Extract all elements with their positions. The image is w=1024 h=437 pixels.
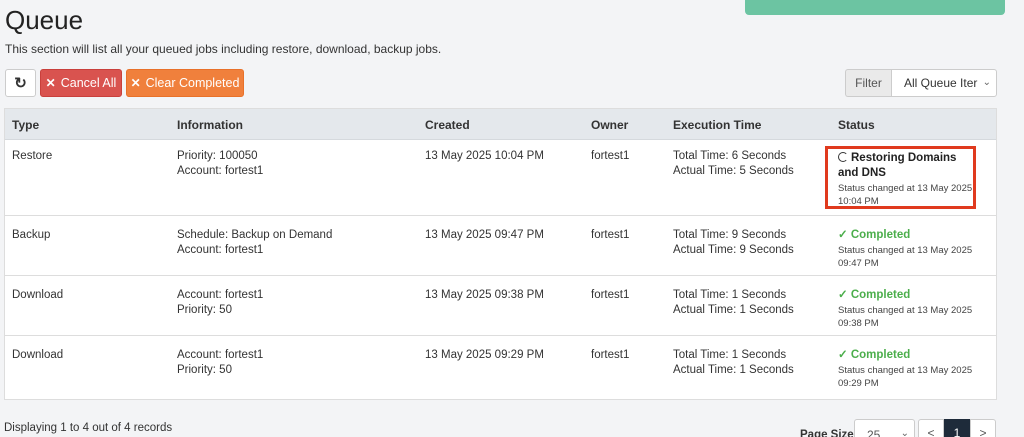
status-note: Status changed at 13 May 2025 09:38 PM	[838, 305, 973, 329]
info-line: Priority: 50	[177, 364, 232, 376]
filter-select-value: All Queue Iter	[904, 76, 978, 90]
info-line: Priority: 100050	[177, 150, 258, 162]
status-text: ✓ Completed	[838, 229, 911, 241]
filter-select[interactable]: All Queue Iter ⌄	[891, 69, 997, 97]
info-line: Account: fortest1	[177, 244, 264, 256]
records-summary: Displaying 1 to 4 out of 4 records	[4, 422, 173, 434]
status-text: ✓ Completed	[838, 349, 911, 361]
total-time: Total Time: 9 Seconds	[673, 229, 787, 241]
table-row: Backup Schedule: Backup on Demand Accoun…	[5, 216, 996, 276]
chevron-down-icon: ⌄	[900, 428, 909, 437]
table-row: Download Account: fortest1 Priority: 50 …	[5, 276, 996, 336]
clear-completed-label: Clear Completed	[145, 76, 240, 90]
top-action-bar[interactable]	[745, 0, 1005, 15]
info-line: Priority: 50	[177, 304, 232, 316]
information-cell: Account: fortest1 Priority: 50	[177, 348, 263, 378]
table-header: Type Information Created Owner Execution…	[5, 109, 996, 140]
header-execution-time[interactable]: Execution Time	[673, 118, 761, 132]
information-cell: Schedule: Backup on Demand Account: fort…	[177, 228, 332, 258]
header-owner[interactable]: Owner	[591, 118, 628, 132]
info-line: Account: fortest1	[177, 165, 264, 177]
check-icon: ✓	[838, 229, 851, 241]
close-icon: ✕	[45, 76, 56, 90]
check-icon: ✓	[838, 289, 851, 301]
type-cell: Restore	[12, 150, 53, 162]
status-text: ✓ Completed	[838, 289, 911, 301]
total-time: Total Time: 1 Seconds	[673, 349, 787, 361]
owner-cell: fortest1	[591, 289, 630, 301]
page-title: Queue	[5, 5, 84, 35]
filter-group: Filter All Queue Iter ⌄	[845, 69, 997, 97]
header-type[interactable]: Type	[12, 118, 39, 132]
chevron-down-icon: ⌄	[979, 77, 991, 88]
status-highlight-box	[825, 146, 976, 209]
next-page-button[interactable]: >	[970, 419, 996, 437]
information-cell: Account: fortest1 Priority: 50	[177, 288, 263, 318]
close-icon: ✕	[130, 76, 141, 90]
owner-cell: fortest1	[591, 150, 630, 162]
created-cell: 13 May 2025 09:47 PM	[425, 229, 544, 241]
page-description: This section will list all your queued j…	[5, 42, 442, 56]
info-line: Account: fortest1	[177, 349, 264, 361]
created-cell: 13 May 2025 09:29 PM	[425, 349, 544, 361]
type-cell: Download	[12, 289, 64, 301]
created-cell: 13 May 2025 10:04 PM	[425, 150, 544, 162]
cancel-all-label: Cancel All	[60, 76, 117, 90]
status-note: Status changed at 13 May 2025 09:47 PM	[838, 245, 973, 269]
owner-cell: fortest1	[591, 349, 630, 361]
cancel-all-button[interactable]: ✕ Cancel All	[40, 69, 122, 97]
info-line: Account: fortest1	[177, 289, 264, 301]
refresh-button[interactable]: ↻	[5, 69, 36, 97]
header-created[interactable]: Created	[425, 118, 470, 132]
page-size-value: 25	[867, 428, 881, 437]
actual-time: Actual Time: 5 Seconds	[673, 165, 794, 177]
check-icon: ✓	[838, 349, 851, 361]
header-information[interactable]: Information	[177, 118, 243, 132]
total-time: Total Time: 1 Seconds	[673, 289, 787, 301]
type-cell: Backup	[12, 229, 51, 241]
information-cell: Priority: 100050 Account: fortest1	[177, 149, 263, 179]
prev-page-button[interactable]: <	[918, 419, 944, 437]
info-line: Schedule: Backup on Demand	[177, 229, 333, 241]
actual-time: Actual Time: 9 Seconds	[673, 244, 794, 256]
execution-time-cell: Total Time: 9 Seconds Actual Time: 9 Sec…	[673, 228, 794, 258]
header-status[interactable]: Status	[838, 118, 875, 132]
actual-time: Actual Time: 1 Seconds	[673, 364, 794, 376]
status-cell: ✓ Completed Status changed at 13 May 202…	[838, 228, 978, 270]
status-note: Status changed at 13 May 2025 09:29 PM	[838, 365, 973, 389]
type-cell: Download	[12, 349, 64, 361]
execution-time-cell: Total Time: 1 Seconds Actual Time: 1 Sec…	[673, 348, 794, 378]
actual-time: Actual Time: 1 Seconds	[673, 304, 794, 316]
total-time: Total Time: 6 Seconds	[673, 150, 787, 162]
page-button-current[interactable]: 1	[944, 419, 970, 437]
clear-completed-button[interactable]: ✕ Clear Completed	[126, 69, 244, 97]
created-cell: 13 May 2025 09:38 PM	[425, 289, 544, 301]
table-row: Download Account: fortest1 Priority: 50 …	[5, 336, 996, 399]
filter-label: Filter	[845, 69, 891, 97]
page-size-label: Page Size	[800, 429, 854, 437]
refresh-icon: ↻	[14, 75, 27, 92]
page-size-select[interactable]: 25 ⌄	[854, 419, 915, 437]
status-cell: ✓ Completed Status changed at 13 May 202…	[838, 288, 978, 330]
status-cell: ✓ Completed Status changed at 13 May 202…	[838, 348, 978, 390]
pagination: < 1 >	[918, 419, 996, 437]
execution-time-cell: Total Time: 1 Seconds Actual Time: 1 Sec…	[673, 288, 794, 318]
owner-cell: fortest1	[591, 229, 630, 241]
execution-time-cell: Total Time: 6 Seconds Actual Time: 5 Sec…	[673, 149, 794, 179]
